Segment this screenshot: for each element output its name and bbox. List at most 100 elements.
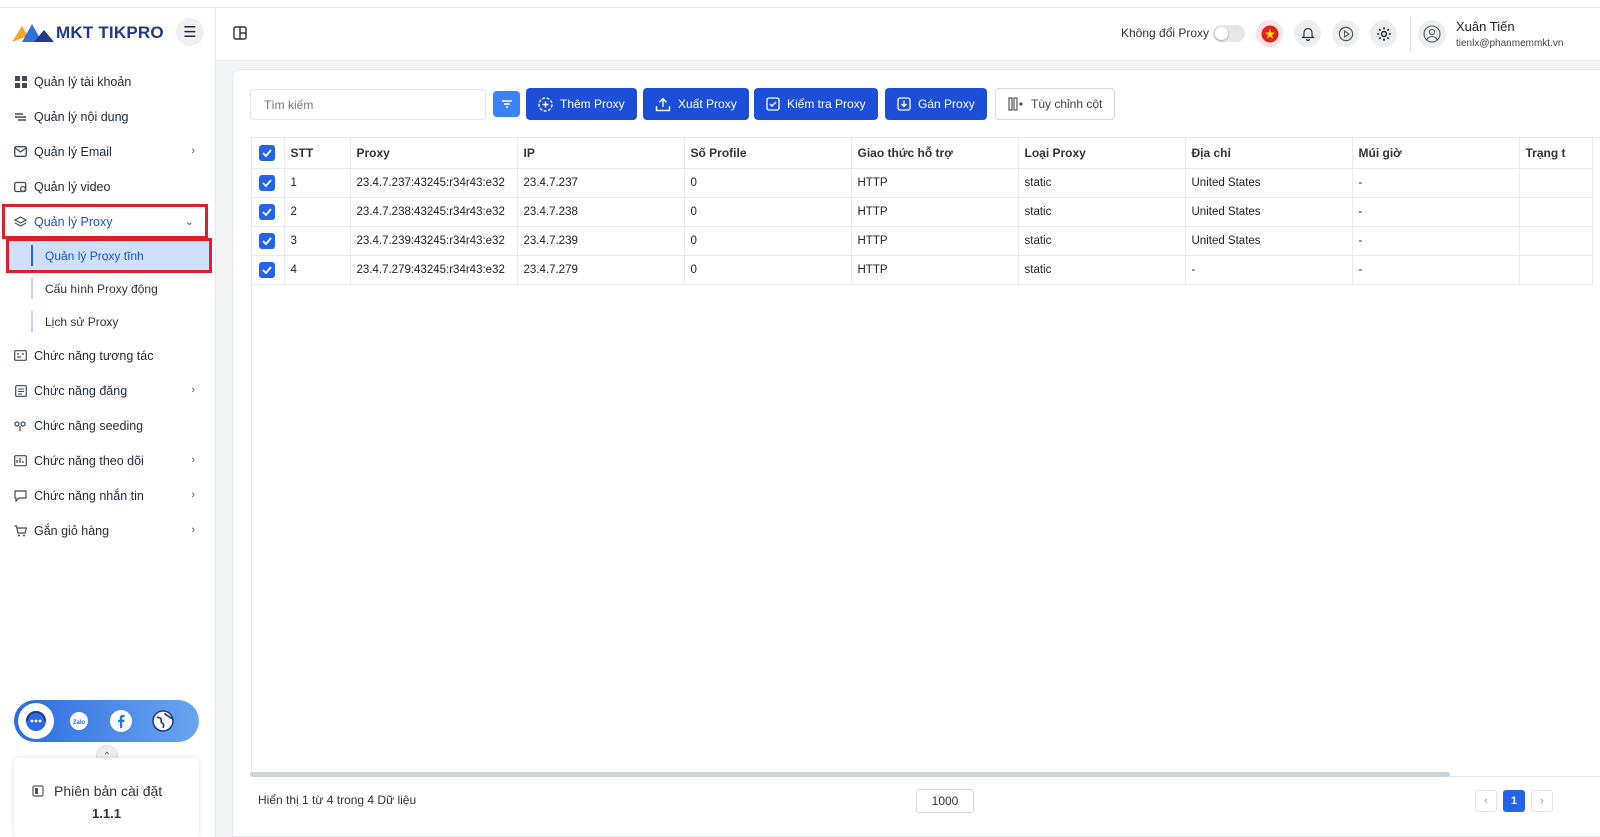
hamburger-menu-icon[interactable]: ☰ xyxy=(176,18,204,46)
sidebar-item-label: Quản lý video xyxy=(34,179,111,194)
assign-proxy-button[interactable]: Gán Proxy xyxy=(885,88,987,120)
sidebar-item-content[interactable]: Quản lý nội dung xyxy=(0,99,215,134)
sidebar-subitem-dynamic-proxy-config[interactable]: Cấu hình Proxy động xyxy=(0,272,215,305)
sidebar-item-messaging[interactable]: Chức năng nhắn tin › xyxy=(0,478,215,513)
search-input[interactable] xyxy=(250,89,486,120)
column-header-profiles[interactable]: Số Profile xyxy=(684,138,852,169)
column-header-timezone[interactable]: Múi giờ xyxy=(1352,138,1520,169)
sidebar-item-post[interactable]: Chức năng đăng › xyxy=(0,373,215,408)
table-row[interactable]: 4 23.4.7.279:43245:r34r43:e32 23.4.7.279… xyxy=(252,255,1593,285)
cell-status xyxy=(1519,168,1593,198)
row-checkbox[interactable] xyxy=(252,255,285,285)
column-header-type[interactable]: Loại Proxy xyxy=(1018,138,1186,169)
table-row[interactable]: 1 23.4.7.237:43245:r34r43:e32 23.4.7.237… xyxy=(252,168,1593,198)
cell-profiles: 0 xyxy=(684,226,852,256)
logo-mark-icon xyxy=(12,24,54,42)
sidebar-item-cart[interactable]: Gắn giỏ hàng › xyxy=(0,513,215,548)
next-page-button[interactable]: › xyxy=(1531,790,1553,812)
sidebar-item-label: Chức năng tương tác xyxy=(34,348,154,363)
facebook-icon[interactable] xyxy=(104,704,138,738)
sidebar-item-proxy[interactable]: Quản lý Proxy ⌄ xyxy=(2,204,208,239)
sidebar-item-accounts[interactable]: Quản lý tài khoản xyxy=(0,64,215,99)
filter-icon xyxy=(501,100,512,108)
column-header-status[interactable]: Trạng t xyxy=(1519,138,1593,169)
cell-proxy: 23.4.7.279:43245:r34r43:e32 xyxy=(350,255,518,285)
bell-icon[interactable] xyxy=(1294,20,1321,47)
checkbox-icon xyxy=(766,97,780,111)
cell-proxy: 23.4.7.239:43245:r34r43:e32 xyxy=(350,226,518,256)
cell-timezone: - xyxy=(1352,255,1520,285)
chevron-right-icon: › xyxy=(191,524,195,536)
chevron-right-icon: › xyxy=(191,145,195,157)
check-proxy-button[interactable]: Kiểm tra Proxy xyxy=(754,88,878,120)
sidebar-item-email[interactable]: Quản lý Email › xyxy=(0,134,215,169)
sidebar-item-label: Quản lý nội dung xyxy=(34,109,129,124)
column-header-protocol[interactable]: Giao thức hỗ trợ xyxy=(851,138,1019,169)
svg-text:Zalo: Zalo xyxy=(73,720,86,726)
filter-button[interactable] xyxy=(493,91,520,117)
checkbox-checked-icon xyxy=(259,261,275,278)
sidebar: MKT TIKPRO ☰ Quản lý tài khoản Quản lý n… xyxy=(0,8,216,837)
cell-profiles: 0 xyxy=(684,197,852,227)
row-checkbox[interactable] xyxy=(252,168,285,198)
cell-protocol: HTTP xyxy=(851,255,1019,285)
globe-icon[interactable] xyxy=(146,704,180,738)
keep-proxy-toggle[interactable] xyxy=(1213,25,1245,42)
horizontal-scrollbar[interactable] xyxy=(250,772,1450,777)
sidebar-layout-icon[interactable] xyxy=(233,26,247,40)
sidebar-subitem-label: Quản lý Proxy tĩnh xyxy=(45,248,144,263)
top-header: Không đổi Proxy Xuân Tiến tienlx@phanmem… xyxy=(216,8,1600,61)
chevron-right-icon: › xyxy=(191,489,195,501)
column-header-address[interactable]: Địa chỉ xyxy=(1185,138,1353,169)
sidebar-item-tracking[interactable]: Chức năng theo dõi › xyxy=(0,443,215,478)
sidebar-subitem-static-proxy[interactable]: Quản lý Proxy tĩnh xyxy=(6,238,212,273)
cell-type: static xyxy=(1018,197,1186,227)
column-header-ip[interactable]: IP xyxy=(517,138,685,169)
sidebar-nav: Quản lý tài khoản Quản lý nội dung Quản … xyxy=(0,64,215,548)
page-size-select[interactable]: 1000 xyxy=(916,789,974,813)
grid-icon xyxy=(14,75,27,88)
cell-type: static xyxy=(1018,168,1186,198)
cell-protocol: HTTP xyxy=(851,197,1019,227)
track-icon xyxy=(14,454,27,467)
gear-icon[interactable] xyxy=(1370,20,1397,47)
export-proxy-button[interactable]: Xuất Proxy xyxy=(643,88,749,120)
user-avatar-icon[interactable] xyxy=(1418,20,1446,48)
cell-stt: 3 xyxy=(284,226,351,256)
sidebar-item-video[interactable]: Quản lý video xyxy=(0,169,215,204)
support-chat-icon[interactable] xyxy=(18,703,54,739)
select-all-checkbox[interactable] xyxy=(252,138,285,169)
cell-profiles: 0 xyxy=(684,255,852,285)
user-name[interactable]: Xuân Tiến xyxy=(1456,19,1515,34)
page-number-button[interactable]: 1 xyxy=(1503,790,1525,812)
table-row[interactable]: 2 23.4.7.238:43245:r34r43:e32 23.4.7.238… xyxy=(252,197,1593,227)
cell-proxy: 23.4.7.237:43245:r34r43:e32 xyxy=(350,168,518,198)
proxy-table: STT Proxy IP Số Profile Giao thức hỗ trợ… xyxy=(251,137,1600,777)
add-proxy-button[interactable]: Thêm Proxy xyxy=(526,88,637,120)
download-box-icon xyxy=(897,97,911,111)
prev-page-button[interactable]: ‹ xyxy=(1475,790,1497,812)
language-vietnam-flag-icon[interactable] xyxy=(1256,20,1283,47)
checkbox-checked-icon xyxy=(259,232,275,249)
cell-protocol: HTTP xyxy=(851,168,1019,198)
sidebar-subitem-proxy-history[interactable]: Lịch sử Proxy xyxy=(0,305,215,338)
play-video-icon[interactable] xyxy=(1332,20,1359,47)
sidebar-item-seeding[interactable]: Chức năng seeding xyxy=(0,408,215,443)
column-header-stt[interactable]: STT xyxy=(284,138,351,169)
row-checkbox[interactable] xyxy=(252,197,285,227)
row-checkbox[interactable] xyxy=(252,226,285,256)
customize-columns-label: Tùy chỉnh cột xyxy=(1031,97,1103,111)
column-header-proxy[interactable]: Proxy xyxy=(350,138,518,169)
table-row[interactable]: 3 23.4.7.239:43245:r34r43:e32 23.4.7.239… xyxy=(252,226,1593,256)
cell-timezone: - xyxy=(1352,226,1520,256)
cell-timezone: - xyxy=(1352,168,1520,198)
sidebar-item-label: Chức năng đăng xyxy=(34,383,128,398)
customize-columns-button[interactable]: Tùy chỉnh cột xyxy=(995,88,1116,120)
cell-stt: 2 xyxy=(284,197,351,227)
add-proxy-label: Thêm Proxy xyxy=(560,97,625,111)
sidebar-item-interact[interactable]: Chức năng tương tác xyxy=(0,338,215,373)
cell-stt: 1 xyxy=(284,168,351,198)
export-proxy-label: Xuất Proxy xyxy=(678,97,737,111)
zalo-icon[interactable]: Zalo xyxy=(62,704,96,738)
brand-logo[interactable]: MKT TIKPRO xyxy=(12,20,164,46)
